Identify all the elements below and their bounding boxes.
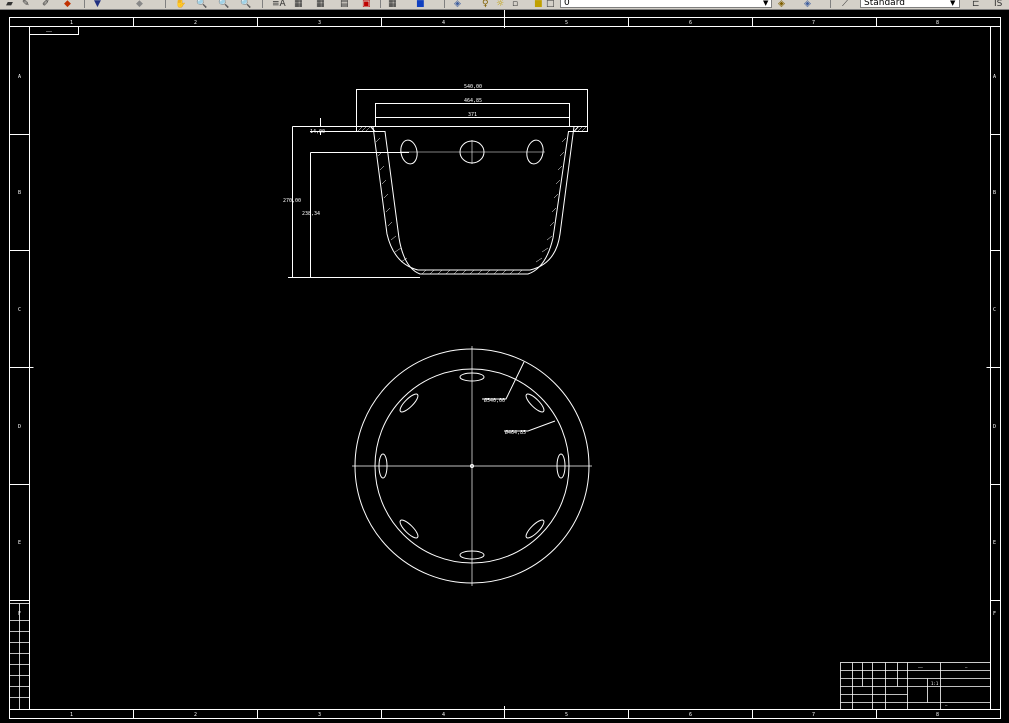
dim-height-total: 270,00: [283, 198, 301, 204]
sheet-set-icon[interactable]: ▣: [362, 0, 371, 9]
arrow-up-icon[interactable]: ◆: [136, 0, 143, 9]
col-label: 5: [565, 20, 568, 26]
brush-icon[interactable]: ✐: [42, 0, 50, 9]
layer-icon[interactable]: ◈: [454, 0, 461, 9]
col-label: 7: [812, 712, 815, 718]
dim-line-height-inner: [310, 152, 409, 278]
dim-top-inner: 464,85: [464, 98, 482, 104]
freeze-icon[interactable]: ▫: [512, 0, 518, 9]
col-label: 6: [689, 20, 692, 26]
dim-outer-dia: Ø540,00: [484, 397, 505, 404]
col-label: 4: [442, 712, 445, 718]
arrow-down-icon[interactable]: ▼: [94, 0, 101, 9]
row-label: C: [18, 307, 21, 313]
color-icon[interactable]: □: [546, 0, 555, 9]
inner-border: [29, 26, 991, 710]
title-sheet-cell: —: [965, 665, 968, 670]
style-dropdown[interactable]: Standard: [860, 0, 960, 8]
row-label: A: [18, 74, 21, 80]
col-label: 2: [194, 20, 197, 26]
title-name-cell: ——: [918, 665, 923, 670]
toolbar-cut-text: IS: [994, 0, 1003, 9]
tool-palette-icon[interactable]: ▤: [340, 0, 349, 9]
zoom-prev-icon[interactable]: 🔍: [240, 0, 251, 9]
bulb-icon[interactable]: ♀: [482, 0, 489, 9]
drawing-frame: [9, 10, 1001, 719]
dimstyle-icon[interactable]: ⟋: [842, 0, 848, 9]
dim-top-bottom: 371: [468, 112, 477, 118]
title-block: [840, 662, 991, 710]
pen-icon[interactable]: ✎: [22, 0, 30, 9]
chevron-down-icon[interactable]: ▼: [763, 0, 768, 7]
frame-labels: 1 2 3 4 5 6 7 8 1 2 3 4 5 6 7 8 A B C D …: [18, 20, 996, 718]
dim-top-outer: 540,00: [464, 84, 482, 90]
text-style-icon[interactable]: ≡A: [272, 0, 286, 9]
sun-icon[interactable]: ☼: [496, 0, 504, 9]
row-label: D: [993, 424, 996, 430]
title-material-cell: —: [945, 703, 948, 708]
col-label: 3: [318, 20, 321, 26]
revision-table: [9, 603, 30, 710]
title-scale-cell: 1:1: [931, 681, 939, 686]
row-label: B: [993, 190, 996, 196]
cup-inner-wall: [372, 126, 575, 271]
row-label: E: [18, 540, 21, 546]
corner-label-box: [29, 26, 79, 35]
layer-states-icon[interactable]: ◈: [778, 0, 785, 9]
chevron-down-icon[interactable]: ▼: [950, 0, 955, 7]
col-label: 1: [70, 20, 73, 26]
top-hole: [399, 519, 419, 539]
col-label: 8: [936, 20, 939, 26]
row-label: B: [18, 190, 21, 196]
properties-icon[interactable]: ▦: [294, 0, 303, 9]
top-hole: [525, 519, 545, 539]
lock-icon[interactable]: ■: [534, 0, 543, 9]
layer-prev-icon[interactable]: ◈: [804, 0, 811, 9]
top-view: [352, 346, 592, 586]
col-label: 5: [565, 712, 568, 718]
paint-icon[interactable]: ◆: [64, 0, 71, 9]
top-view-dimensions: Ø540,00 Ø464,85: [484, 397, 526, 436]
col-label: 6: [689, 712, 692, 718]
table-icon[interactable]: ▦: [388, 0, 397, 9]
help-icon[interactable]: ■: [416, 0, 425, 9]
top-hole: [399, 393, 419, 413]
drawing-canvas[interactable]: 1 2 3 4 5 6 7 8 1 2 3 4 5 6 7 8 A B C D …: [0, 10, 1009, 723]
layer-dropdown[interactable]: 0: [560, 0, 772, 8]
col-label: 3: [318, 712, 321, 718]
corner-box-text: ——: [46, 29, 53, 35]
row-label: C: [993, 307, 996, 313]
pan-icon[interactable]: ✋: [175, 0, 186, 9]
dim-height-inner: 238,34: [302, 211, 320, 217]
zoom-window-icon[interactable]: 🔍: [218, 0, 229, 9]
dim-flange: 14,00: [310, 129, 325, 135]
col-label: 1: [70, 712, 73, 718]
cad-toolbar: ▰ ✎ ✐ ◆ ▼ ◆ ✋ 🔍 🔍 🔍 ≡A ▦ ▦ ▤ ▣ ▦ ■ ◈ ♀ ☼…: [0, 0, 1009, 10]
flange-chamfer: [370, 126, 579, 132]
col-label: 2: [194, 712, 197, 718]
col-label: 8: [936, 712, 939, 718]
row-label: F: [993, 611, 996, 617]
zoom-realtime-icon[interactable]: 🔍: [196, 0, 207, 9]
open-icon[interactable]: ▰: [6, 0, 13, 9]
top-hole: [525, 393, 545, 413]
side-view: [288, 89, 588, 278]
text-height-icon[interactable]: ⊏: [972, 0, 980, 9]
dim-line-height-total: [288, 126, 420, 278]
row-label: D: [18, 424, 21, 430]
outer-border: [9, 17, 1001, 719]
col-label: 7: [812, 20, 815, 26]
row-label: A: [993, 74, 996, 80]
dim-line-outer: [356, 89, 588, 127]
dim-inner-dia: Ø464,85: [505, 429, 526, 436]
row-label: E: [993, 540, 996, 546]
col-label: 4: [442, 20, 445, 26]
design-center-icon[interactable]: ▦: [316, 0, 325, 9]
